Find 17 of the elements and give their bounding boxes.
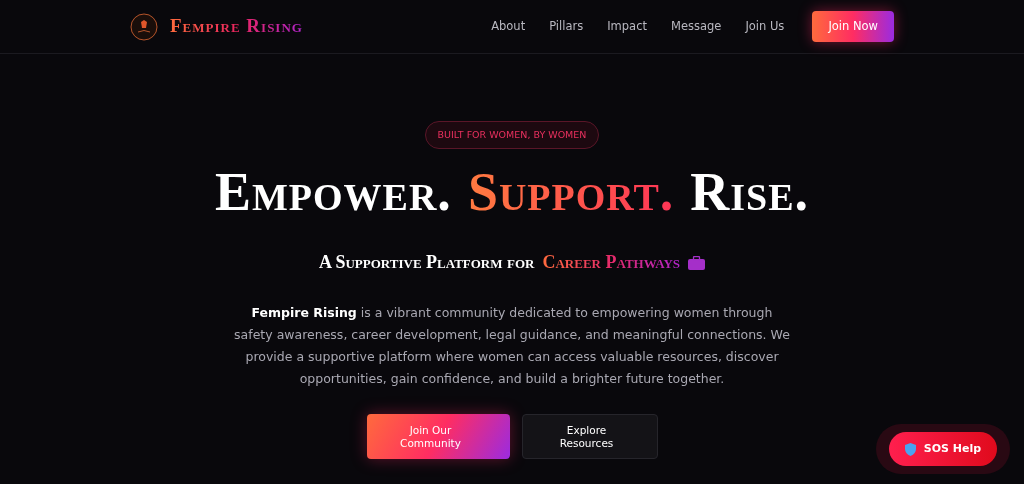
explore-resources-button[interactable]: Explore Resources: [521, 414, 658, 460]
join-now-button[interactable]: Join Now: [812, 10, 894, 43]
nav-link[interactable]: About: [491, 17, 526, 36]
subtitle-text: A Supportive Platform for: [318, 251, 535, 275]
logo-icon[interactable]: [130, 12, 158, 41]
tagline-badge: BUILT FOR WOMEN, BY WOMEN: [424, 121, 600, 150]
sos-help-button[interactable]: SOS Help: [889, 432, 997, 466]
nav-link[interactable]: Impact: [607, 17, 647, 36]
briefcase-icon: [688, 255, 706, 270]
nav-link[interactable]: Join Us: [745, 17, 789, 36]
headline-word: Empower.: [214, 165, 452, 220]
shield-icon: [904, 442, 916, 456]
nav-link[interactable]: Message: [671, 17, 722, 36]
join-community-button[interactable]: Join Our Community: [366, 414, 510, 460]
headline-word: Rise.: [690, 165, 810, 220]
nav-link[interactable]: Pillars: [549, 17, 584, 36]
description-paragraph: Fempire Rising is a vibrant community dedicated to empowering women through safety awareness, career development, legal guidance, and meaningful connections. We provide a supportive platform where women can access valuable resources, discover opportunities, gain confidence, and build a brighter future together.: [233, 304, 791, 389]
